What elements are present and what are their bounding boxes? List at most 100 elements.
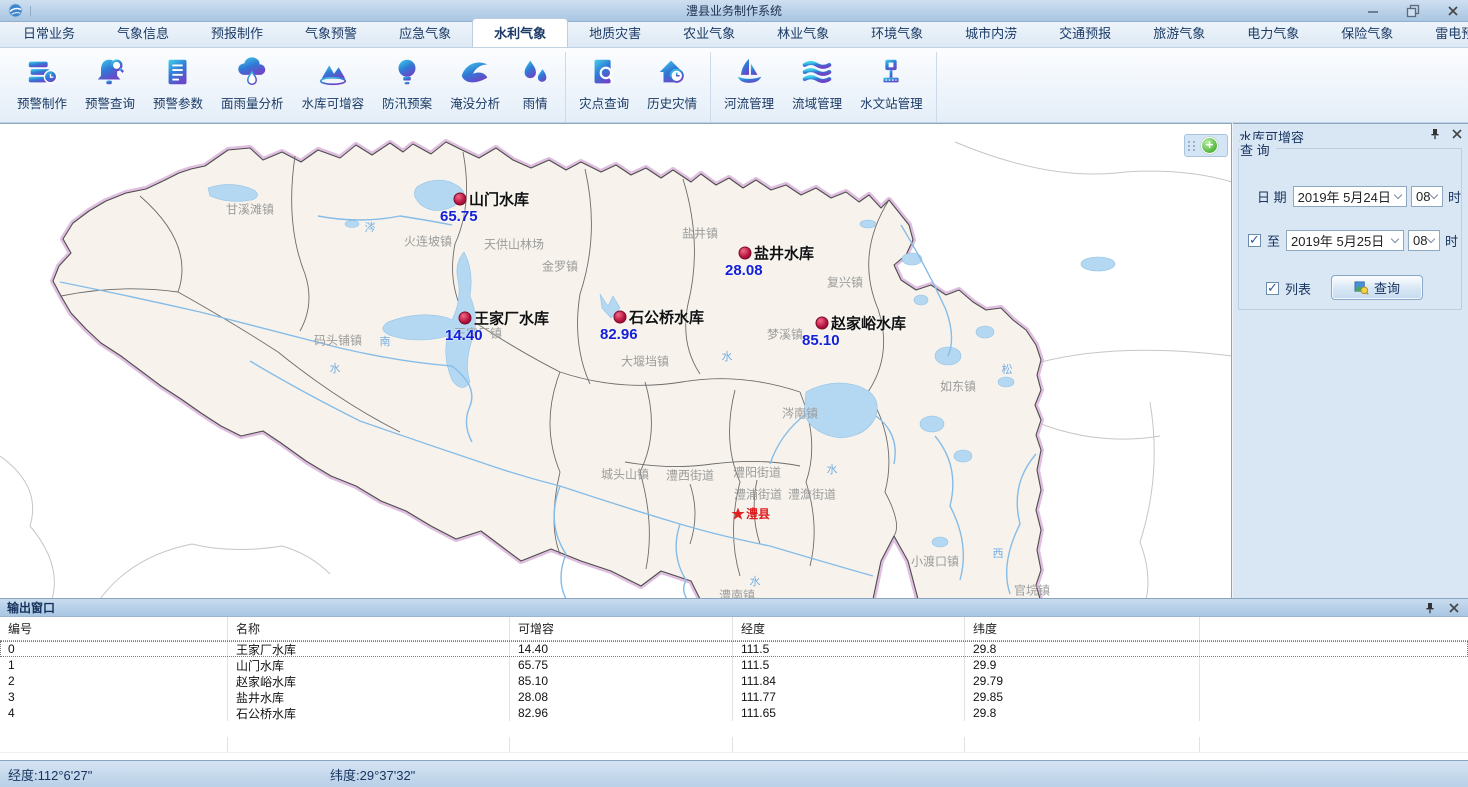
- disaster-history-icon: [655, 55, 689, 89]
- panel-close-icon[interactable]: [1451, 128, 1463, 140]
- county-seat-label: 澧县: [746, 505, 770, 522]
- menu-item-预报制作[interactable]: 预报制作: [190, 19, 284, 47]
- table-cell: 111.84: [733, 673, 965, 689]
- menu-item-地质灾害[interactable]: 地质灾害: [568, 19, 662, 47]
- menu-item-交通预报[interactable]: 交通预报: [1038, 19, 1132, 47]
- map-canvas[interactable]: 甘溪滩镇火连坡镇天供山林场金罗镇盐井镇复兴镇码头铺镇王家厂镇大堰垱镇梦溪镇涔南镇…: [0, 123, 1232, 598]
- window-title: 澧县业务制作系统: [0, 2, 1468, 19]
- map-control-box: +: [1184, 134, 1228, 157]
- table-cell: 王家厂水库: [228, 641, 510, 657]
- table-row[interactable]: 1山门水库65.75111.529.9: [0, 657, 1468, 673]
- tool-label: 河流管理: [724, 93, 774, 112]
- date-from-select[interactable]: 2019年 5月24日: [1293, 186, 1407, 207]
- to-label: 至: [1267, 231, 1280, 250]
- reservoir-marker-赵家峪水库[interactable]: [816, 317, 829, 330]
- date-label: 日 期: [1257, 187, 1287, 206]
- table-row[interactable]: 3盐井水库28.08111.7729.85: [0, 689, 1468, 705]
- reservoir-value: 65.75: [440, 208, 478, 225]
- table-cell: 2: [0, 673, 228, 689]
- restore-button[interactable]: [1404, 3, 1422, 19]
- menu-item-应急气象[interactable]: 应急气象: [378, 19, 472, 47]
- reservoir-name: 石公桥水库: [629, 307, 704, 328]
- tool-disaster-search-button[interactable]: 灾点查询: [570, 52, 638, 122]
- reservoir-value: 82.96: [600, 326, 638, 343]
- to-date-checkbox[interactable]: [1248, 234, 1261, 247]
- menu-item-林业气象[interactable]: 林业气象: [756, 19, 850, 47]
- tool-alert-compose-button[interactable]: 预警制作: [8, 52, 76, 122]
- table-cell: 111.5: [733, 641, 965, 657]
- table-cell-empty: [510, 737, 733, 752]
- reservoir-marker-盐井水库[interactable]: [739, 247, 752, 260]
- tool-label: 灾点查询: [579, 93, 629, 112]
- column-header-经度[interactable]: 经度: [733, 617, 965, 640]
- chevron-down-icon: [1391, 236, 1399, 244]
- table-row[interactable]: 4石公桥水库82.96111.6529.8: [0, 705, 1468, 721]
- tool-basin-mgmt-button[interactable]: 流域管理: [783, 52, 851, 122]
- alert-search-icon: [93, 55, 127, 89]
- table-cell: 29.85: [965, 689, 1200, 705]
- table-cell: 3: [0, 689, 228, 705]
- hydro-station-icon: [874, 55, 908, 89]
- tool-label: 预警查询: [85, 93, 135, 112]
- menu-item-旅游气象[interactable]: 旅游气象: [1132, 19, 1226, 47]
- menu-item-环境气象[interactable]: 环境气象: [850, 19, 944, 47]
- table-cell: 赵家峪水库: [228, 673, 510, 689]
- flood-plan-icon: [390, 55, 424, 89]
- table-cell: 14.40: [510, 641, 733, 657]
- tool-flood-plan-button[interactable]: 防汛预案: [373, 52, 441, 122]
- menu-item-气象预警[interactable]: 气象预警: [284, 19, 378, 47]
- tool-alert-search-button[interactable]: 预警查询: [76, 52, 144, 122]
- column-header-可增容[interactable]: 可增容: [510, 617, 733, 640]
- table-cell-empty: [0, 737, 228, 752]
- tool-reservoir-capacity-button[interactable]: 水库可增容: [293, 52, 374, 122]
- tool-area-rain-button[interactable]: 面雨量分析: [212, 52, 293, 122]
- reservoir-marker-山门水库[interactable]: [454, 193, 467, 206]
- menu-item-雷电预警[interactable]: 雷电预警: [1414, 19, 1468, 47]
- table-row[interactable]: 0王家厂水库14.40111.529.8: [0, 641, 1468, 657]
- application-window: | 澧县业务制作系统 日常业务气象信息预报制作气象预警应急气象水利气象地质灾害农…: [0, 0, 1468, 787]
- close-button[interactable]: [1444, 3, 1462, 19]
- pin-icon[interactable]: [1424, 602, 1436, 614]
- tool-alert-params-button[interactable]: 预警参数: [144, 52, 212, 122]
- tool-label: 面雨量分析: [221, 93, 284, 112]
- list-checkbox[interactable]: [1266, 282, 1279, 295]
- menu-item-电力气象[interactable]: 电力气象: [1226, 19, 1320, 47]
- reservoir-marker-王家厂水库[interactable]: [459, 312, 472, 325]
- date-to-select[interactable]: 2019年 5月25日: [1286, 230, 1404, 251]
- table-cell: 0: [0, 641, 228, 657]
- column-header-编号[interactable]: 编号: [0, 617, 228, 640]
- table-cell: 29.79: [965, 673, 1200, 689]
- output-close-icon[interactable]: [1448, 602, 1460, 614]
- hour-to-select[interactable]: 08: [1408, 230, 1440, 251]
- tool-hydro-station-button[interactable]: 水文站管理: [851, 52, 932, 122]
- table-row[interactable]: 2赵家峪水库85.10111.8429.79: [0, 673, 1468, 689]
- column-header-纬度[interactable]: 纬度: [965, 617, 1200, 640]
- menu-item-农业气象[interactable]: 农业气象: [662, 19, 756, 47]
- query-button[interactable]: 查询: [1331, 275, 1423, 300]
- menu-item-日常业务[interactable]: 日常业务: [2, 19, 96, 47]
- menu-item-水利气象[interactable]: 水利气象: [472, 18, 568, 47]
- hour-from-select[interactable]: 08: [1411, 186, 1443, 207]
- river-mgmt-icon: [732, 55, 766, 89]
- tool-inundation-button[interactable]: 淹没分析: [441, 52, 509, 122]
- pin-icon[interactable]: [1429, 128, 1441, 140]
- table-cell: 85.10: [510, 673, 733, 689]
- tool-river-mgmt-button[interactable]: 河流管理: [715, 52, 783, 122]
- table-cell: 111.5: [733, 657, 965, 673]
- reservoir-marker-石公桥水库[interactable]: [614, 311, 627, 324]
- rain-icon: [518, 55, 552, 89]
- tool-label: 防汛预案: [382, 93, 432, 112]
- menu-item-气象信息[interactable]: 气象信息: [96, 19, 190, 47]
- tool-disaster-history-button[interactable]: 历史灾情: [638, 52, 706, 122]
- drag-handle-icon[interactable]: [1188, 141, 1197, 151]
- table-cell-empty: [1200, 673, 1468, 689]
- menu-item-城市内涝[interactable]: 城市内涝: [944, 19, 1038, 47]
- column-header-名称[interactable]: 名称: [228, 617, 510, 640]
- toolbar-group-3: 河流管理流域管理水文站管理: [711, 52, 937, 122]
- tool-rain-button[interactable]: 雨情: [509, 52, 561, 122]
- table-cell: 29.8: [965, 705, 1200, 721]
- minimize-button[interactable]: [1364, 3, 1382, 19]
- zoom-in-button[interactable]: +: [1201, 137, 1218, 154]
- query-groupbox: 查 询 日 期 2019年 5月24日 08 时 至 2019年 5月25日: [1238, 148, 1462, 310]
- menu-item-保险气象[interactable]: 保险气象: [1320, 19, 1414, 47]
